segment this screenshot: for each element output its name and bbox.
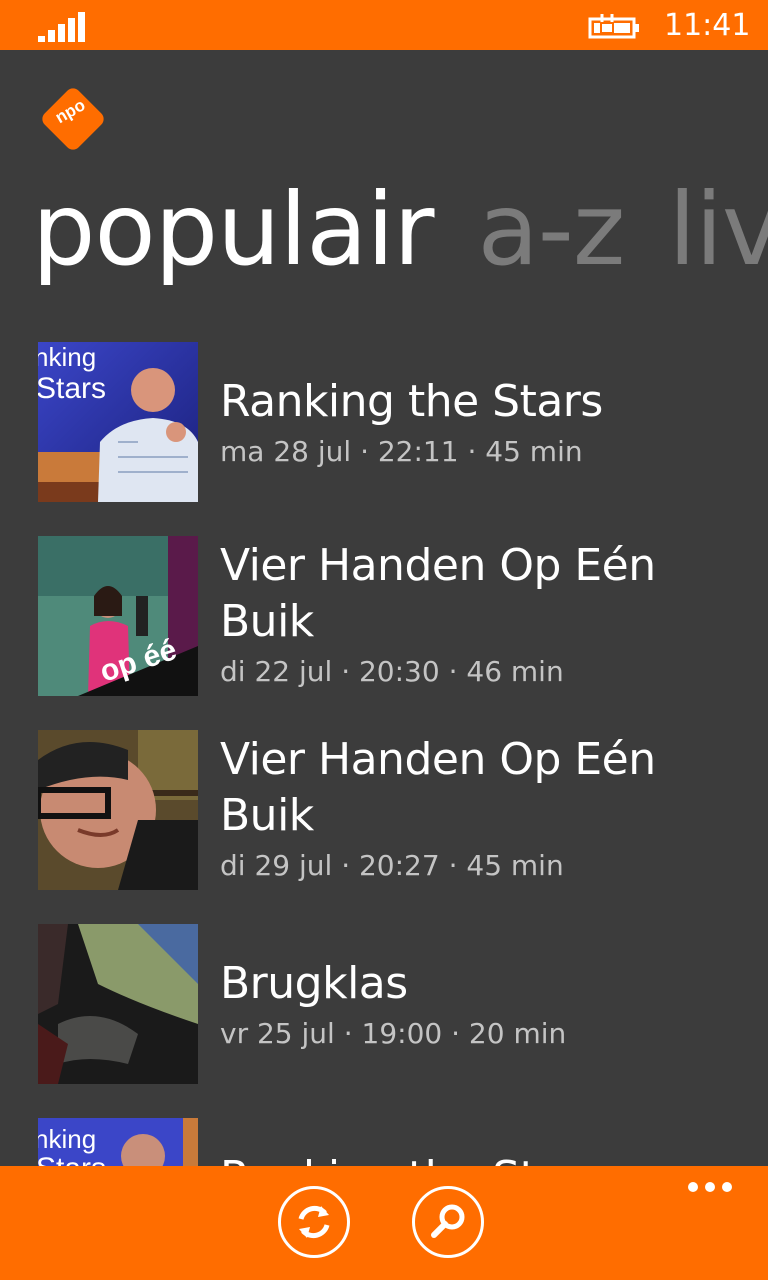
signal-bars-icon [38,12,85,42]
list-item[interactable]: nking Stars Ranking the Stars ma 28 jul … [38,342,748,506]
refresh-icon [298,1205,330,1239]
program-list: nking Stars Ranking the Stars ma 28 jul … [0,340,768,1166]
item-meta: Vier Handen Op Eén Buik di 29 jul · 20:2… [220,732,740,886]
svg-text:Stars: Stars [38,1152,106,1166]
svg-text:nking: nking [38,342,96,372]
search-icon [431,1204,465,1238]
app-bar [0,1166,768,1280]
item-subtitle: di 29 jul · 20:27 · 45 min [220,849,564,882]
battery-charging-icon [588,14,639,39]
item-title: Vier Handen Op Eén Buik [220,734,656,841]
search-button[interactable] [412,1186,484,1258]
tab-populair[interactable]: populair [32,172,434,288]
item-meta: Vier Handen Op Eén Buik di 22 jul · 20:3… [220,538,740,692]
item-subtitle: ma 28 jul · 22:11 · 45 min [220,435,583,468]
item-meta: Ranking the Stars ma 28 jul · 22:11 · 45… [220,374,740,472]
program-thumbnail: nking Stars [38,1118,198,1166]
svg-text:nking: nking [38,1124,96,1154]
program-thumbnail [38,730,198,890]
item-subtitle: di 22 jul · 20:30 · 46 min [220,655,564,688]
program-thumbnail: nking Stars [38,342,198,502]
item-subtitle: vr 25 jul · 19:00 · 20 min [220,1017,567,1050]
tab-a-z[interactable]: a-z [477,172,625,288]
list-item[interactable]: nking Stars Ranking the Stars [38,1118,748,1166]
refresh-button[interactable] [278,1186,350,1258]
program-thumbnail [38,924,198,1084]
item-meta: Brugklas vr 25 jul · 19:00 · 20 min [220,956,740,1054]
list-item[interactable]: op éé Vier Handen Op Eén Buik di 22 jul … [38,536,748,700]
tab-live[interactable]: live [668,172,768,288]
item-title: Ranking the Stars [220,376,603,427]
npo-logo: npo [42,88,104,150]
status-bar: 11:41 [0,0,768,50]
list-item[interactable]: Vier Handen Op Eén Buik di 29 jul · 20:2… [38,730,748,894]
pivot-header: populair a-z live [32,172,768,292]
svg-text:Stars: Stars [38,372,106,405]
item-title: Ranking the Stars [220,1150,740,1166]
list-item[interactable]: Brugklas vr 25 jul · 19:00 · 20 min [38,924,748,1088]
item-meta: Ranking the Stars [220,1150,740,1166]
more-ellipsis-icon[interactable] [686,1178,734,1198]
item-title: Brugklas [220,958,408,1009]
status-time: 11:41 [664,8,751,43]
item-title: Vier Handen Op Eén Buik [220,540,656,647]
program-thumbnail: op éé [38,536,198,696]
